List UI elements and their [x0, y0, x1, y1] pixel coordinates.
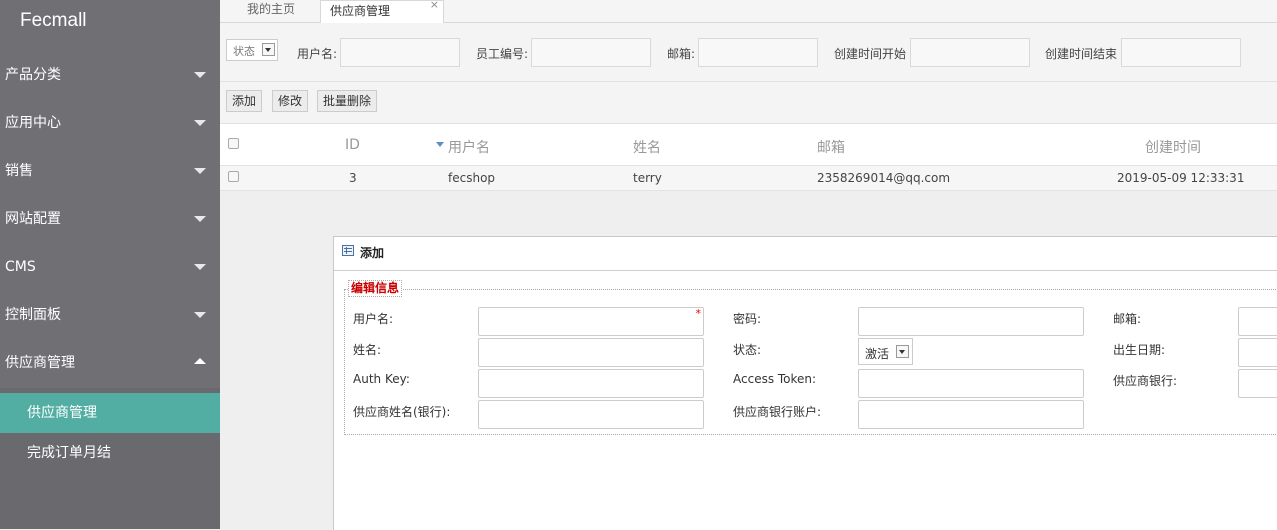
sidebar-item-label: 网站配置	[5, 211, 61, 227]
chevron-down-icon	[194, 168, 206, 174]
table-icon	[342, 245, 354, 256]
created-end-input[interactable]	[1121, 38, 1241, 67]
toolbar: 添加 修改 批量删除	[220, 82, 1277, 124]
status-select-field[interactable]: 激活	[858, 338, 913, 365]
cell-id: 3	[349, 171, 357, 185]
cell-username: fecshop	[448, 171, 496, 185]
tab-label: 我的主页	[246, 2, 295, 16]
cell-name: terry	[633, 171, 662, 185]
sidebar-item-control-panel[interactable]: 控制面板	[0, 291, 220, 339]
column-header-email[interactable]: 邮箱	[817, 137, 845, 157]
tab-bar: 我的主页 供应商管理 ×	[220, 0, 1277, 24]
password-field-label: 密码:	[733, 312, 762, 326]
batch-delete-button[interactable]: 批量删除	[317, 90, 378, 112]
sidebar-item-label: 产品分类	[5, 67, 61, 83]
password-field[interactable]	[858, 307, 1084, 336]
fieldset-legend: 编辑信息	[348, 280, 403, 297]
sidebar-item-product-category[interactable]: 产品分类	[0, 51, 220, 99]
chevron-down-icon	[194, 120, 206, 126]
add-dialog: 添加 编辑信息 用户名: * 密码: 邮箱: 姓名: 状态: 激活 出生日期: …	[333, 236, 1277, 530]
username-label: 用户名:	[297, 47, 338, 61]
data-grid: ID 用户名 姓名 邮箱 创建时间 3 fecshop terry 235826…	[220, 124, 1277, 191]
username-field-label: 用户名:	[353, 312, 394, 326]
column-header-username[interactable]: 用户名	[448, 137, 490, 157]
employee-id-label: 员工编号:	[476, 47, 529, 61]
sidebar-item-label: CMS	[5, 259, 36, 275]
chevron-down-icon	[194, 72, 206, 78]
name-field[interactable]	[478, 338, 704, 367]
bank-name-field-label: 供应商姓名(银行):	[353, 405, 451, 419]
grid-header: ID 用户名 姓名 邮箱 创建时间	[220, 124, 1277, 166]
dialog-header: 添加	[334, 237, 1277, 271]
sidebar-item-sales[interactable]: 销售	[0, 147, 220, 195]
filter-bar: 状态 用户名: 员工编号: 邮箱: 创建时间开始 创建时间结束	[220, 23, 1277, 82]
chevron-down-icon	[262, 43, 275, 56]
auth-key-field-label: Auth Key:	[353, 372, 410, 386]
sort-desc-icon[interactable]	[436, 142, 444, 147]
tab-supplier-management[interactable]: 供应商管理 ×	[320, 0, 444, 24]
birthday-field-label: 出生日期:	[1113, 343, 1166, 357]
chevron-down-icon	[194, 264, 206, 270]
sidebar-item-label: 供应商管理	[5, 355, 75, 371]
email-input[interactable]	[698, 38, 818, 67]
chevron-down-icon	[896, 345, 909, 358]
username-field[interactable]: *	[478, 307, 704, 336]
column-header-created[interactable]: 创建时间	[1145, 137, 1201, 157]
name-field-label: 姓名:	[353, 343, 382, 357]
add-button[interactable]: 添加	[226, 90, 263, 112]
tab-label: 供应商管理	[330, 4, 391, 18]
bank-account-field-label: 供应商银行账户:	[733, 405, 822, 419]
status-select[interactable]: 状态	[226, 39, 278, 61]
sidebar-subitem-supplier-management[interactable]: 供应商管理	[0, 393, 220, 433]
status-field-label: 状态:	[733, 343, 762, 357]
sidebar-subitem-monthly-settlement[interactable]: 完成订单月结	[0, 433, 220, 473]
sidebar-item-supplier-management[interactable]: 供应商管理	[0, 339, 220, 387]
auth-key-field[interactable]	[478, 369, 704, 398]
sidebar-submenu: 供应商管理 完成订单月结	[0, 388, 220, 529]
dialog-title: 添加	[360, 246, 385, 260]
access-token-field[interactable]	[858, 369, 1084, 398]
column-header-name[interactable]: 姓名	[633, 137, 661, 157]
brand-logo: Fecmall	[20, 10, 87, 31]
email-field-label: 邮箱:	[1113, 312, 1142, 326]
sidebar-item-cms[interactable]: CMS	[0, 243, 220, 291]
email-field[interactable]	[1238, 307, 1277, 336]
sidebar-item-site-config[interactable]: 网站配置	[0, 195, 220, 243]
sidebar-item-label: 控制面板	[5, 307, 61, 323]
tab-home[interactable]: 我的主页	[230, 0, 312, 22]
sidebar-subitem-label: 完成订单月结	[27, 445, 111, 461]
cell-created: 2019-05-09 12:33:31	[1117, 171, 1245, 185]
employee-id-input[interactable]	[531, 38, 651, 67]
select-all-checkbox[interactable]	[228, 138, 239, 149]
created-end-label: 创建时间结束	[1045, 47, 1118, 61]
sidebar-subitem-label: 供应商管理	[27, 405, 97, 421]
row-checkbox[interactable]	[228, 171, 239, 182]
cell-email: 2358269014@qq.com	[817, 171, 951, 185]
sidebar: Fecmall 产品分类 应用中心 销售 网站配置 CMS 控制面板 供应商管理…	[0, 0, 220, 529]
email-label: 邮箱:	[667, 47, 696, 61]
chevron-down-icon	[194, 216, 206, 222]
created-start-label: 创建时间开始	[834, 47, 907, 61]
username-input[interactable]	[340, 38, 460, 67]
table-row[interactable]: 3 fecshop terry 2358269014@qq.com 2019-0…	[220, 166, 1277, 191]
created-start-input[interactable]	[910, 38, 1030, 67]
close-icon[interactable]: ×	[430, 0, 439, 14]
chevron-down-icon	[194, 312, 206, 318]
birthday-field[interactable]	[1238, 338, 1277, 367]
sidebar-item-label: 应用中心	[5, 115, 61, 131]
supplier-bank-field-label: 供应商银行:	[1113, 374, 1178, 388]
chevron-up-icon	[194, 358, 206, 364]
bank-account-field[interactable]	[858, 400, 1084, 429]
sidebar-item-label: 销售	[5, 163, 33, 179]
edit-button[interactable]: 修改	[272, 90, 309, 112]
sidebar-item-app-center[interactable]: 应用中心	[0, 99, 220, 147]
access-token-field-label: Access Token:	[733, 372, 817, 386]
status-select-value: 状态	[233, 45, 255, 58]
column-header-id[interactable]: ID	[345, 137, 360, 153]
required-mark: *	[695, 307, 702, 320]
status-select-value: 激活	[865, 347, 890, 361]
bank-name-field[interactable]	[478, 400, 704, 429]
supplier-bank-field[interactable]	[1238, 369, 1277, 398]
